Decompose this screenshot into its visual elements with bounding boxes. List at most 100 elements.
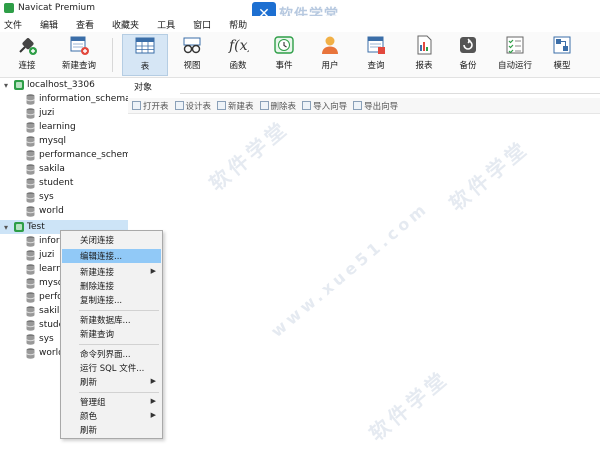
- menu-separator: [79, 310, 159, 311]
- window-title: Navicat Premium: [18, 3, 95, 13]
- query-label: 查询: [367, 61, 385, 71]
- database-name: world: [39, 206, 64, 216]
- user-icon: [319, 34, 341, 56]
- view-button[interactable]: 视图: [174, 34, 210, 76]
- database-icon: [26, 107, 35, 119]
- menu-color-label: 颜色: [80, 412, 98, 422]
- delete-table-icon: [259, 101, 269, 110]
- database-icon: [26, 277, 35, 289]
- connect-button[interactable]: 连接: [12, 34, 42, 76]
- object-tab-strip: [180, 80, 600, 94]
- connect-label: 连接: [18, 61, 36, 71]
- database-icon: [26, 135, 35, 147]
- export-wizard-icon: [353, 101, 363, 110]
- chevron-down-icon[interactable]: ▾: [4, 81, 12, 90]
- menu-edit[interactable]: 编辑: [40, 18, 58, 31]
- user-label: 用户: [321, 61, 339, 71]
- menu-new-database[interactable]: 新建数据库...: [62, 313, 161, 327]
- import-wizard-icon: [302, 101, 312, 110]
- menu-file[interactable]: 文件: [4, 18, 22, 31]
- report-button[interactable]: 报表: [408, 34, 440, 76]
- menu-refresh[interactable]: 刷新: [62, 423, 161, 437]
- navicat-app-icon: [4, 3, 14, 13]
- menu-refresh-label: 刷新: [80, 378, 98, 388]
- backup-button[interactable]: 备份: [452, 34, 484, 76]
- design-table-button[interactable]: 设计表: [174, 100, 212, 112]
- import-wizard-button[interactable]: 导入向导: [302, 100, 347, 112]
- database-name: sakila: [39, 164, 65, 174]
- model-label: 模型: [553, 61, 571, 71]
- clock-icon: [273, 34, 295, 56]
- open-table-button[interactable]: 打开表: [132, 100, 169, 112]
- database-icon: [26, 177, 35, 189]
- database-icon: [26, 319, 35, 331]
- database-name: student: [39, 178, 74, 188]
- query-button[interactable]: 查询: [360, 34, 392, 76]
- connection-name: Test: [27, 222, 45, 232]
- menu-window[interactable]: 窗口: [193, 18, 211, 31]
- delete-table-button[interactable]: 删除表: [259, 100, 297, 112]
- database-name: mysql: [39, 136, 66, 146]
- main-toolbar: 连接 新建查询 表 视图 f(x) 函数 事件 用户: [0, 32, 600, 78]
- menu-new-connection[interactable]: 新建连接 ▶: [62, 265, 161, 279]
- connection-name: localhost_3306: [27, 80, 95, 90]
- tree-db-item[interactable]: mysql: [26, 134, 128, 148]
- menu-color[interactable]: 颜色 ▶: [62, 409, 161, 423]
- menu-new-query[interactable]: 新建查询: [62, 327, 161, 341]
- connection-icon: [14, 222, 24, 232]
- object-pane: 对象 打开表 设计表 新建表 删除表 导入向导 导出向导: [128, 78, 600, 458]
- query-icon: [365, 34, 387, 56]
- menu-help[interactable]: 帮助: [229, 18, 247, 31]
- menu-run-sql-file[interactable]: 运行 SQL 文件...: [62, 361, 161, 375]
- delete-table-label: 删除表: [270, 101, 297, 112]
- submenu-arrow-icon: ▶: [150, 397, 156, 405]
- menu-view[interactable]: 查看: [76, 18, 94, 31]
- user-button[interactable]: 用户: [314, 34, 346, 76]
- tree-db-item[interactable]: world: [26, 204, 128, 218]
- menu-manage-group[interactable]: 管理组 ▶: [62, 395, 161, 409]
- tree-db-item[interactable]: student: [26, 176, 128, 190]
- connection-context-menu: 关闭连接 编辑连接... 新建连接 ▶ 删除连接 复制连接... 新建数据库...…: [60, 230, 163, 439]
- open-table-label: 打开表: [143, 101, 169, 112]
- tree-db-item[interactable]: juzi: [26, 106, 128, 120]
- menu-favorites[interactable]: 收藏夹: [112, 18, 139, 31]
- database-icon: [26, 205, 35, 217]
- chevron-down-icon[interactable]: ▾: [4, 223, 12, 232]
- tree-db-item[interactable]: sakila: [26, 162, 128, 176]
- menu-separator: [79, 392, 159, 393]
- tree-db-item[interactable]: performance_schema: [26, 148, 128, 162]
- menu-copy-connection[interactable]: 复制连接...: [62, 293, 161, 307]
- auto-run-button[interactable]: 自动运行: [494, 34, 536, 76]
- menu-bar: 文件 编辑 查看 收藏夹 工具 窗口 帮助: [0, 16, 600, 32]
- menu-tools[interactable]: 工具: [157, 18, 175, 31]
- database-icon: [26, 249, 35, 261]
- submenu-arrow-icon: ▶: [150, 411, 156, 419]
- model-button[interactable]: 模型: [546, 34, 578, 76]
- export-wizard-label: 导出向导: [364, 101, 399, 112]
- backup-label: 备份: [459, 61, 477, 71]
- menu-edit-connection[interactable]: 编辑连接...: [62, 249, 161, 263]
- auto-run-checklist-icon: [504, 34, 526, 56]
- new-table-button[interactable]: 新建表: [217, 100, 254, 112]
- function-icon: f(x): [227, 34, 249, 56]
- tree-db-item[interactable]: learning: [26, 120, 128, 134]
- tab-objects[interactable]: 对象: [128, 78, 178, 94]
- table-button[interactable]: 表: [122, 34, 168, 76]
- design-table-label: 设计表: [185, 101, 212, 112]
- menu-command-line[interactable]: 命令列界面...: [62, 347, 161, 361]
- submenu-arrow-icon: ▶: [150, 267, 156, 275]
- export-wizard-button[interactable]: 导出向导: [353, 100, 398, 112]
- database-icon: [26, 347, 35, 359]
- event-button[interactable]: 事件: [268, 34, 300, 76]
- database-icon: [26, 191, 35, 203]
- new-query-button[interactable]: 新建查询: [56, 34, 102, 76]
- tree-connection-test[interactable]: ▾ Test: [4, 220, 45, 234]
- tree-db-item[interactable]: sys: [26, 190, 128, 204]
- menu-delete-connection[interactable]: 删除连接: [62, 279, 161, 293]
- tree-db-item[interactable]: information_schema: [26, 92, 128, 106]
- menu-refresh-sub[interactable]: 刷新 ▶: [62, 375, 161, 389]
- database-icon: [26, 149, 35, 161]
- function-button[interactable]: f(x) 函数: [222, 34, 254, 76]
- tree-connection-localhost[interactable]: ▾ localhost_3306: [4, 78, 95, 92]
- menu-close-connection[interactable]: 关闭连接: [62, 233, 161, 247]
